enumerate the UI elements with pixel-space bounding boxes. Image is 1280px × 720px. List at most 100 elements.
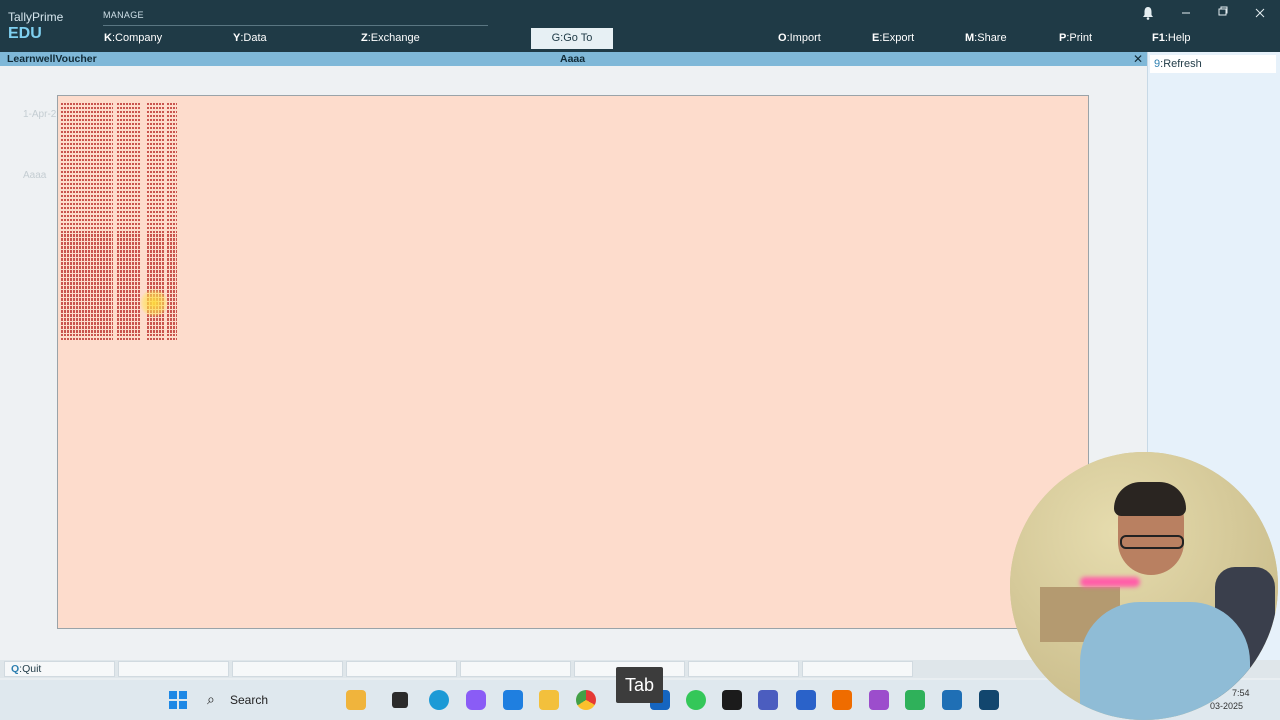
preview-glyphs	[167, 274, 177, 277]
preview-glyphs	[61, 238, 113, 241]
preview-glyphs	[117, 186, 141, 190]
preview-glyphs	[147, 318, 165, 321]
blue-app-icon[interactable]	[979, 690, 999, 710]
quit-key: Q	[11, 663, 20, 675]
preview-glyphs	[61, 298, 113, 301]
manage-section-label: MANAGE	[103, 10, 144, 20]
preview-glyphs	[117, 230, 141, 233]
video-editor-icon[interactable]	[346, 690, 366, 710]
menu-key: O	[778, 32, 787, 44]
calculator-icon[interactable]	[905, 690, 925, 710]
preview-line	[61, 138, 181, 142]
key-press-overlay: Tab	[616, 667, 663, 703]
teams-icon[interactable]	[758, 690, 778, 710]
tally-icon[interactable]	[942, 690, 962, 710]
preview-glyphs	[117, 130, 141, 134]
preview-line	[61, 330, 181, 333]
preview-glyphs	[61, 130, 113, 134]
preview-glyphs	[147, 242, 165, 245]
menu-label: Print	[1069, 32, 1093, 44]
preview-glyphs	[147, 122, 165, 126]
preview-line	[61, 182, 181, 186]
menu-import[interactable]: O:Import	[778, 32, 821, 44]
menu-print[interactable]: P:Print	[1059, 32, 1092, 44]
preview-line	[61, 250, 181, 253]
preview-glyphs	[147, 134, 165, 138]
folder-icon[interactable]	[539, 690, 559, 710]
whatsapp-icon[interactable]	[686, 690, 706, 710]
preview-glyphs	[167, 186, 177, 190]
preview-glyphs	[61, 266, 113, 269]
preview-line	[61, 178, 181, 182]
preview-glyphs	[117, 262, 141, 265]
menu-company[interactable]: K:Company	[104, 32, 162, 44]
preview-glyphs	[117, 218, 141, 221]
acrobat-icon[interactable]	[722, 690, 742, 710]
preview-line	[61, 274, 181, 277]
refresh-button[interactable]: 9:Refresh	[1150, 55, 1276, 73]
preview-glyphs	[117, 154, 141, 158]
edge-icon[interactable]	[429, 690, 449, 710]
word-icon[interactable]	[796, 690, 816, 710]
menu-goto-button[interactable]: G:Go To	[531, 28, 613, 49]
preview-glyphs	[167, 126, 177, 130]
preview-glyphs	[167, 138, 177, 142]
preview-glyphs	[147, 158, 165, 162]
preview-line	[61, 262, 181, 265]
quit-label: Quit	[22, 663, 42, 675]
print-preview-page[interactable]	[57, 95, 1089, 629]
chrome-icon[interactable]	[576, 690, 596, 710]
preview-line	[61, 230, 181, 233]
preview-glyphs	[147, 234, 165, 237]
preview-glyphs	[147, 254, 165, 257]
preview-glyphs	[117, 126, 141, 130]
menu-key: F1	[1152, 32, 1165, 44]
preview-glyphs	[167, 314, 177, 317]
restore-icon[interactable]	[1218, 6, 1228, 21]
ghost-date: 1-Apr-2	[23, 109, 57, 120]
preview-glyphs	[167, 146, 177, 150]
preview-line	[61, 106, 181, 110]
quit-button[interactable]: Q:Quit	[4, 661, 115, 677]
preview-glyphs	[147, 338, 165, 341]
empty-button-slot	[346, 661, 457, 677]
bell-icon[interactable]	[1142, 6, 1154, 23]
preview-glyphs	[167, 158, 177, 162]
preview-line	[61, 162, 181, 166]
copilot-icon[interactable]	[466, 690, 486, 710]
preview-line	[61, 266, 181, 269]
clapper-icon[interactable]	[869, 690, 889, 710]
menu-help[interactable]: F1:Help	[1152, 32, 1191, 44]
preview-glyphs	[117, 174, 141, 178]
preview-glyphs	[147, 182, 165, 186]
menu-share[interactable]: M:Share	[965, 32, 1007, 44]
preview-line	[61, 186, 181, 190]
windows-start-icon[interactable]	[168, 690, 188, 710]
mic-app-icon[interactable]	[832, 690, 852, 710]
preview-line	[61, 334, 181, 337]
empty-button-slot	[232, 661, 343, 677]
preview-glyphs	[167, 270, 177, 273]
minimize-icon[interactable]	[1181, 6, 1191, 21]
menu-exchange[interactable]: Z:Exchange	[361, 32, 420, 44]
taskbar-search[interactable]: ⌕ Search	[199, 688, 339, 712]
refresh-label: Refresh	[1163, 58, 1202, 70]
webcam-person-glasses	[1120, 535, 1184, 549]
preview-glyphs	[117, 146, 141, 150]
menu-data[interactable]: Y:Data	[233, 32, 267, 44]
close-report-icon[interactable]: ✕	[1133, 52, 1143, 66]
close-window-icon[interactable]	[1255, 6, 1265, 21]
menu-export[interactable]: E:Export	[872, 32, 914, 44]
preview-glyphs	[117, 238, 141, 241]
preview-glyphs	[167, 238, 177, 241]
mail-icon[interactable]	[503, 690, 523, 710]
menu-label: Share	[977, 32, 1007, 44]
preview-glyphs	[117, 198, 141, 202]
files-icon[interactable]	[392, 692, 408, 708]
preview-glyphs	[167, 170, 177, 174]
preview-glyphs	[117, 326, 141, 329]
preview-line	[61, 218, 181, 221]
preview-glyphs	[147, 178, 165, 182]
menu-label: Export	[882, 32, 915, 44]
preview-glyphs	[167, 218, 177, 221]
